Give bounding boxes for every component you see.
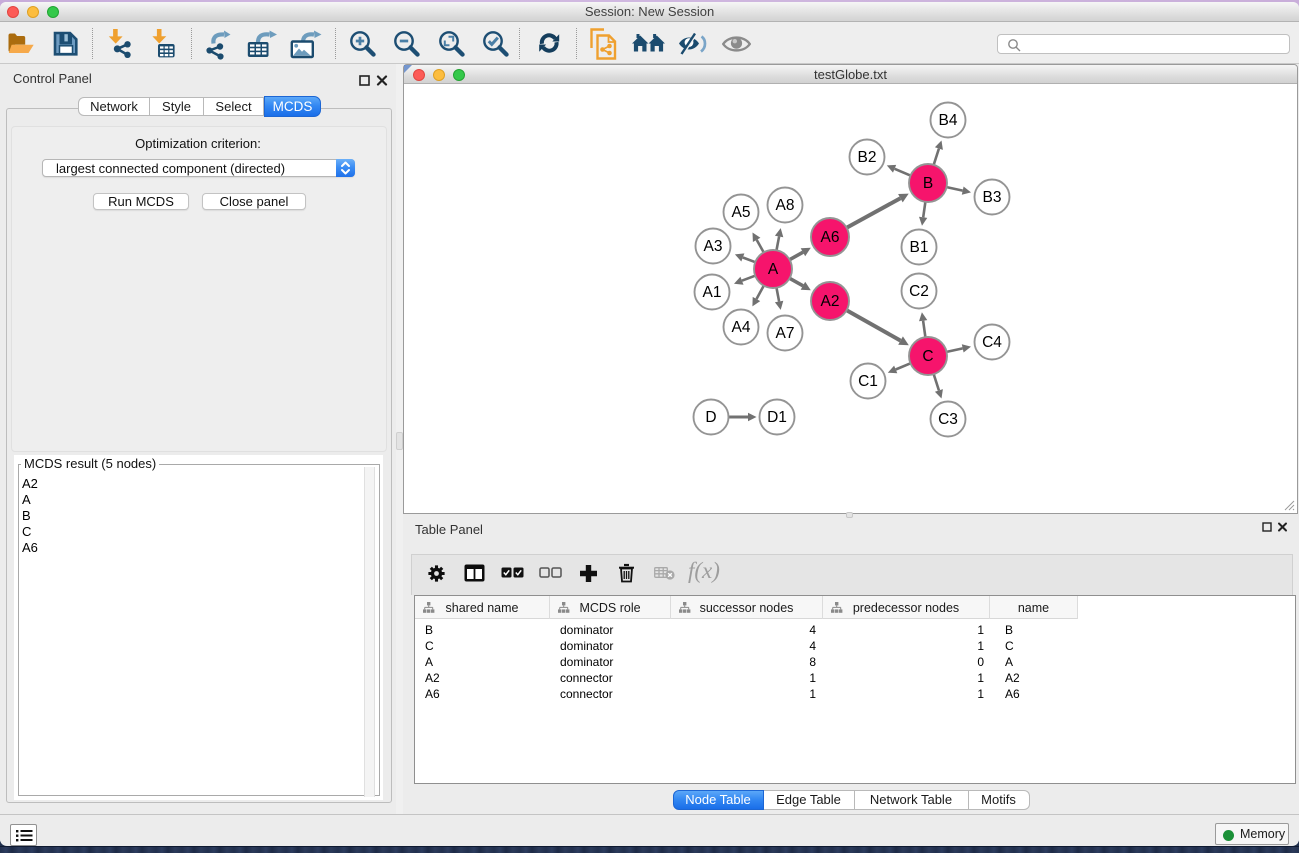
svg-text:A1: A1	[703, 284, 722, 301]
svg-text:C: C	[922, 348, 933, 365]
svg-text:A2: A2	[821, 293, 840, 310]
svg-text:A4: A4	[732, 319, 751, 336]
svg-text:D1: D1	[767, 409, 787, 426]
svg-text:A3: A3	[704, 238, 723, 255]
svg-text:B: B	[923, 175, 933, 192]
svg-text:C2: C2	[909, 283, 929, 300]
svg-text:A6: A6	[821, 229, 840, 246]
svg-text:A8: A8	[776, 197, 795, 214]
svg-text:C3: C3	[938, 411, 958, 428]
svg-text:B2: B2	[858, 149, 877, 166]
svg-text:D: D	[705, 409, 716, 426]
svg-text:A5: A5	[732, 204, 751, 221]
svg-text:B1: B1	[910, 239, 929, 256]
svg-text:B3: B3	[983, 189, 1002, 206]
svg-text:A: A	[768, 261, 779, 278]
svg-text:B4: B4	[939, 112, 958, 129]
svg-text:C1: C1	[858, 373, 878, 390]
svg-text:A7: A7	[776, 325, 795, 342]
svg-text:C4: C4	[982, 334, 1002, 351]
